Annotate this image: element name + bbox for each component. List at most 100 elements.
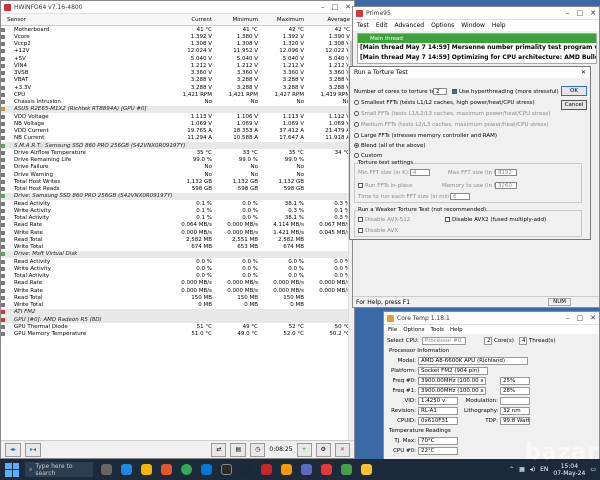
menu-file[interactable]: File <box>388 327 397 333</box>
menu-help[interactable]: Help <box>450 327 463 333</box>
sensor-row[interactable]: Total Activity 0.0 % 0.0 % 0.0 % 0.0 % <box>1 273 354 280</box>
notifications-icon[interactable]: ▭ <box>590 466 596 473</box>
radio-smallest-ffts[interactable]: Smallest FFTs (tests L1/L2 caches, high … <box>354 100 535 106</box>
col-minimum[interactable]: Minimum <box>216 17 262 23</box>
sensor-row[interactable]: +3.3V 3.288 V 3.288 V 3.288 V 3.288 V <box>1 84 354 91</box>
network-icon[interactable]: ▦ <box>519 466 525 473</box>
coretemp-taskbar-icon[interactable] <box>361 464 372 475</box>
dialog-titlebar[interactable]: Run a Torture Test ✕ <box>350 67 590 78</box>
sensor-row[interactable]: Read Total 2,582 MB 2,551 MB 2,582 MB <box>1 236 354 243</box>
sensor-row[interactable]: Write Rate 0.000 MB/s 0.000 MB/s 0.000 MB/s… <box>1 287 354 294</box>
sensor-row[interactable]: Total Activity 0.1 % 0.0 % 38.1 % 0.3 % <box>1 215 354 222</box>
nav-back-icon[interactable]: ◂▸ <box>5 442 22 457</box>
maximize-icon[interactable]: □ <box>577 9 584 17</box>
sensor-row[interactable]: GPU Thermal Diode 51 °C 49 °C 52 °C 50 °C <box>1 323 354 330</box>
sensor-row[interactable]: VIN4 1.212 V 1.212 V 1.212 V 1.212 V <box>1 62 354 69</box>
sensor-row[interactable]: Write Rate 0.000 MB/s 0.000 MB/s 1.421 MB/s… <box>1 229 354 236</box>
nav-expand-icon[interactable]: ▸◂ <box>25 442 42 457</box>
vlc-icon[interactable] <box>281 464 292 475</box>
sensor-row[interactable]: GPU Memory Temperature 51.0 °C 49.0 °C 52.0… <box>1 331 354 338</box>
chevron-up-icon[interactable]: ⌃ <box>509 466 514 473</box>
file-explorer-icon[interactable] <box>141 464 152 475</box>
prime95-titlebar[interactable]: Prime95 – □ ✕ <box>353 7 599 20</box>
col-average[interactable]: Average <box>308 17 354 23</box>
sensor-row[interactable]: NB Current 11.294 A 10.588 A 17.647 A 11.918… <box>1 135 354 142</box>
menu-help[interactable]: Help <box>492 22 506 29</box>
coretemp-titlebar[interactable]: Core Temp 1.18.1 – □ ✕ <box>384 312 599 325</box>
menu-options[interactable]: Options <box>403 327 424 333</box>
sensor-row[interactable]: +12V 12.024 V 11.952 V 12.096 V 12.022 V <box>1 48 354 55</box>
menu-advanced[interactable]: Advanced <box>394 22 424 29</box>
sensor-row[interactable]: Drive Airflow Temperature 35 °C 33 °C 35 °C… <box>1 149 354 156</box>
sensor-row[interactable]: +5V 5.040 V 5.040 V 5.040 V 5.040 V <box>1 55 354 62</box>
chrome-icon[interactable] <box>181 464 192 475</box>
cancel-button[interactable]: Cancel <box>561 100 587 110</box>
sensor-row[interactable]: VDD Voltage 1.113 V 1.106 V 1.113 V 1.112 V <box>1 113 354 120</box>
hwinfo-titlebar[interactable]: HWiNFO64 v7.16-4800 – □ ✕ <box>1 1 354 14</box>
hyperthreading-checkbox[interactable]: Use hyperthreading (more stressful) <box>452 89 559 95</box>
sensor-row[interactable]: 3VSB 3.360 V 3.360 V 3.360 V 3.360 V <box>1 70 354 77</box>
time-input[interactable]: 6 <box>450 193 470 200</box>
avx2-checkbox[interactable]: Disable AVX2 (fused multiply-add) <box>445 217 546 223</box>
sensor-group-header[interactable]: S.M.A.R.T.: Samsung SSD 860 PRO 256GB (S… <box>1 142 354 150</box>
volume-icon[interactable]: ◂) <box>530 466 535 473</box>
sensor-row[interactable]: Drive Remaining Life 99.0 % 99.0 % 99.0 % <box>1 157 354 164</box>
sensor-row[interactable]: Read Rate 0.064 MB/s 0.000 MB/s 4.114 MB/s 0… <box>1 222 354 229</box>
sensor-row[interactable]: NB Voltage 1.069 V 1.069 V 1.069 V 1.069 V <box>1 120 354 127</box>
sensor-row[interactable]: Drive Failure No No No <box>1 164 354 171</box>
col-sensor[interactable]: Sensor <box>1 17 170 23</box>
report-icon[interactable]: ▤ <box>230 442 247 457</box>
close-icon[interactable]: ✕ <box>345 3 351 11</box>
radio-custom[interactable]: Custom <box>354 153 382 159</box>
menu-test[interactable]: Test <box>357 22 369 29</box>
sensor-row[interactable]: Write Activity 0.1 % 0.0 % 0.3 % 0.1 % <box>1 207 354 214</box>
edge-icon[interactable] <box>121 464 132 475</box>
menu-options[interactable]: Options <box>431 22 454 29</box>
minimize-icon[interactable]: – <box>321 3 325 11</box>
settings-icon[interactable]: ⚙ <box>315 442 331 457</box>
sensor-row[interactable]: Read Total 150 MB 150 MB 150 MB <box>1 294 354 301</box>
sensor-row[interactable]: Read Activity 0.1 % 0.0 % 38.1 % 0.3 % <box>1 200 354 207</box>
maximize-icon[interactable]: □ <box>332 3 339 11</box>
max-fft-input[interactable]: 8192 <box>495 169 517 176</box>
firefox-icon[interactable] <box>161 464 172 475</box>
sensor-group-header[interactable]: GPU [#0]: AMD Radeon R5 (8D) <box>1 316 354 324</box>
sensor-row[interactable]: Read Rate 0.000 MB/s 0.000 MB/s 0.000 MB/s 0… <box>1 280 354 287</box>
sensor-row[interactable]: Read Activity 0.0 % 0.0 % 0.0 % 0.0 % <box>1 258 354 265</box>
avx512-checkbox[interactable]: Disable AVX-512 <box>358 217 410 223</box>
maximize-icon[interactable]: □ <box>577 314 584 322</box>
radio-large-ffts[interactable]: Large FFTs (stresses memory controller a… <box>354 133 497 139</box>
close-icon[interactable]: ✕ <box>581 69 590 76</box>
radio-small-ffts[interactable]: Small FFTs (tests L1/L2/L3 caches, maxim… <box>354 111 550 117</box>
main-thread-title[interactable]: Main thread <box>358 34 596 43</box>
col-maximum[interactable]: Maximum <box>262 17 308 23</box>
cores-input[interactable]: 2 <box>433 88 447 95</box>
sensor-row[interactable]: Write Total 674 MB 653 MB 674 MB <box>1 244 354 251</box>
sensor-row[interactable]: Chassis Intrusion No No No No <box>1 99 354 106</box>
close-icon[interactable]: ✕ <box>590 314 596 322</box>
sensor-row[interactable]: CPU 1,421 RPM 1,421 RPM 1,427 RPM 1,419 RPM <box>1 91 354 98</box>
sensor-row[interactable]: Total Host Reads 598 GB 598 GB 598 GB <box>1 186 354 193</box>
sensor-row[interactable]: Write Total 0 MB 0 MB 0 MB <box>1 302 354 309</box>
radio-medium-ffts[interactable]: Medium FFTs (tests L2/L3 caches, maximum… <box>354 122 549 128</box>
add-icon[interactable]: + <box>296 442 312 457</box>
sensor-row[interactable]: Vcore 1.392 V 1.380 V 1.392 V 1.390 V <box>1 33 354 40</box>
store-icon[interactable] <box>201 464 212 475</box>
select-cpu-dropdown[interactable]: Processor #0 <box>422 337 466 345</box>
network-icon[interactable]: ⇄ <box>211 442 227 457</box>
media-icon[interactable] <box>261 464 272 475</box>
avx-checkbox[interactable]: Disable AVX <box>358 228 398 234</box>
steam-icon[interactable] <box>241 464 252 475</box>
col-current[interactable]: Current <box>170 17 216 23</box>
min-fft-input[interactable]: 4 <box>410 169 430 176</box>
ok-button[interactable]: OK <box>561 86 587 96</box>
inplace-checkbox[interactable]: Run FFTs in-place <box>358 183 412 189</box>
prime95-taskbar-icon[interactable] <box>321 464 332 475</box>
sensor-group-header[interactable]: Drive: Samsung SSD 860 PRO 256GB (S42VNX… <box>1 192 354 200</box>
minimize-icon[interactable]: – <box>566 9 570 17</box>
sensor-group-header[interactable]: ASUS R2E65-M1X2 (Richtek RT8894A) [GPU #… <box>1 105 354 113</box>
memory-input[interactable]: 3260 <box>495 182 517 189</box>
close-icon[interactable]: ✕ <box>590 9 596 17</box>
sensor-row[interactable]: VDD Current 19.765 A 18.353 A 37.412 A 21.47… <box>1 128 354 135</box>
taskbar-search[interactable]: ⌕ Type here to search <box>25 462 93 477</box>
